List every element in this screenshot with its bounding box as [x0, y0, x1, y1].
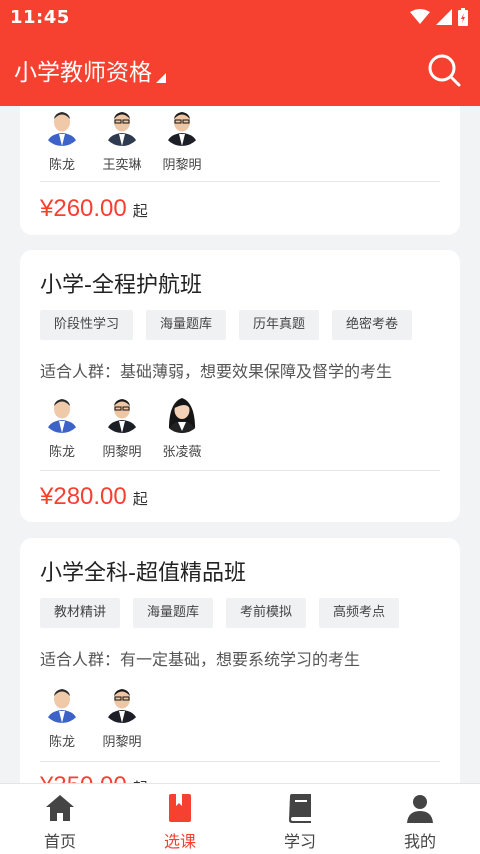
teacher-name: 张凌薇 — [162, 445, 202, 460]
teacher: 陈龙 — [42, 683, 82, 750]
teacher: 张凌薇 — [162, 393, 202, 460]
wifi-icon — [410, 9, 430, 24]
course-tag: 高频考点 — [319, 598, 400, 628]
teacher: 陈龙 — [42, 106, 82, 173]
course-tag: 绝密考卷 — [332, 310, 413, 340]
teacher: 阴黎明 — [162, 106, 202, 173]
user-icon — [407, 795, 433, 823]
avatar — [42, 393, 82, 433]
divider — [40, 470, 440, 471]
status-icons — [410, 8, 468, 26]
course-tag: 阶段性学习 — [40, 310, 134, 340]
course-tag: 海量题库 — [146, 310, 227, 340]
teacher: 阴黎明 — [102, 393, 142, 460]
course-tag: 海量题库 — [133, 598, 214, 628]
course-tag: 历年真题 — [239, 310, 320, 340]
battery-icon — [458, 8, 468, 26]
bookmark-book-icon — [169, 794, 191, 822]
price-row: ¥260.00 起 — [40, 195, 148, 223]
price: ¥280.00 — [40, 483, 127, 510]
search-icon[interactable] — [426, 52, 462, 88]
avatar — [102, 106, 142, 146]
bottom-nav: 首页 选课 学习 我的 — [0, 783, 480, 854]
avatar — [42, 106, 82, 146]
teacher: 王奕琳 — [102, 106, 142, 173]
teacher-list: 陈龙 阴黎明 张凌薇 — [42, 393, 202, 460]
teacher: 陈龙 — [42, 393, 82, 460]
app-bar: 小学教师资格 — [0, 34, 480, 106]
price-row: ¥280.00 起 — [40, 483, 148, 511]
category-selector[interactable]: 小学教师资格 — [14, 53, 166, 87]
nav-item-mine[interactable]: 我的 — [360, 784, 480, 854]
divider — [40, 761, 440, 762]
signal-icon — [436, 9, 452, 25]
course-title: 小学-全程护航班 — [40, 273, 202, 298]
course-card[interactable]: 陈龙 王奕琳 阴黎明 ¥260.00 起 — [20, 106, 460, 235]
teacher-list: 陈龙 王奕琳 阴黎明 — [42, 106, 202, 173]
teacher-name: 陈龙 — [48, 735, 75, 750]
teacher: 阴黎明 — [102, 683, 142, 750]
divider — [40, 181, 440, 182]
teacher-name: 阴黎明 — [102, 735, 142, 750]
avatar — [42, 683, 82, 723]
price: ¥350.00 — [40, 772, 127, 783]
home-icon — [46, 795, 74, 821]
status-time: 11:45 — [10, 6, 70, 28]
audience-text: 适合人群：基础薄弱，想要效果保障及督学的考生 — [40, 362, 393, 381]
teacher-name: 陈龙 — [48, 445, 75, 460]
course-card[interactable]: 小学-全程护航班 阶段性学习 海量题库 历年真题 绝密考卷 适合人群：基础薄弱，… — [20, 250, 460, 522]
teacher-name: 阴黎明 — [162, 158, 202, 173]
dropdown-triangle-icon — [156, 73, 166, 83]
course-card[interactable]: 小学全科-超值精品班 教材精讲 海量题库 考前模拟 高频考点 适合人群：有一定基… — [20, 538, 460, 783]
nav-label: 首页 — [43, 832, 76, 851]
course-tag: 考前模拟 — [226, 598, 307, 628]
status-bar: 11:45 — [0, 0, 480, 34]
teacher-name: 王奕琳 — [102, 158, 142, 173]
avatar — [102, 393, 142, 433]
nav-item-home[interactable]: 首页 — [0, 784, 120, 854]
nav-item-study[interactable]: 学习 — [240, 784, 360, 854]
course-title: 小学全科-超值精品班 — [40, 561, 246, 586]
nav-label: 学习 — [283, 832, 316, 851]
teacher-name: 阴黎明 — [102, 445, 142, 460]
course-list[interactable]: 陈龙 王奕琳 阴黎明 ¥260.00 起 小学-全程护航班 阶段性学习 海量题库… — [0, 106, 480, 783]
page-title: 小学教师资格 — [14, 60, 152, 86]
nav-item-courses[interactable]: 选课 — [120, 784, 240, 854]
avatar — [162, 393, 202, 433]
audience-text: 适合人群：有一定基础，想要系统学习的考生 — [40, 650, 361, 669]
course-tag: 教材精讲 — [40, 598, 121, 628]
teacher-list: 陈龙 阴黎明 — [42, 683, 142, 750]
book-icon — [289, 794, 311, 823]
tag-list: 阶段性学习 海量题库 历年真题 绝密考卷 — [40, 310, 413, 340]
nav-label: 选课 — [163, 832, 196, 851]
price: ¥260.00 — [40, 195, 127, 222]
nav-label: 我的 — [403, 832, 436, 851]
price-suffix: 起 — [132, 490, 148, 508]
price-suffix: 起 — [132, 202, 148, 220]
avatar — [102, 683, 142, 723]
teacher-name: 陈龙 — [48, 158, 75, 173]
tag-list: 教材精讲 海量题库 考前模拟 高频考点 — [40, 598, 400, 628]
price-row: ¥350.00 起 — [40, 772, 148, 783]
avatar — [162, 106, 202, 146]
